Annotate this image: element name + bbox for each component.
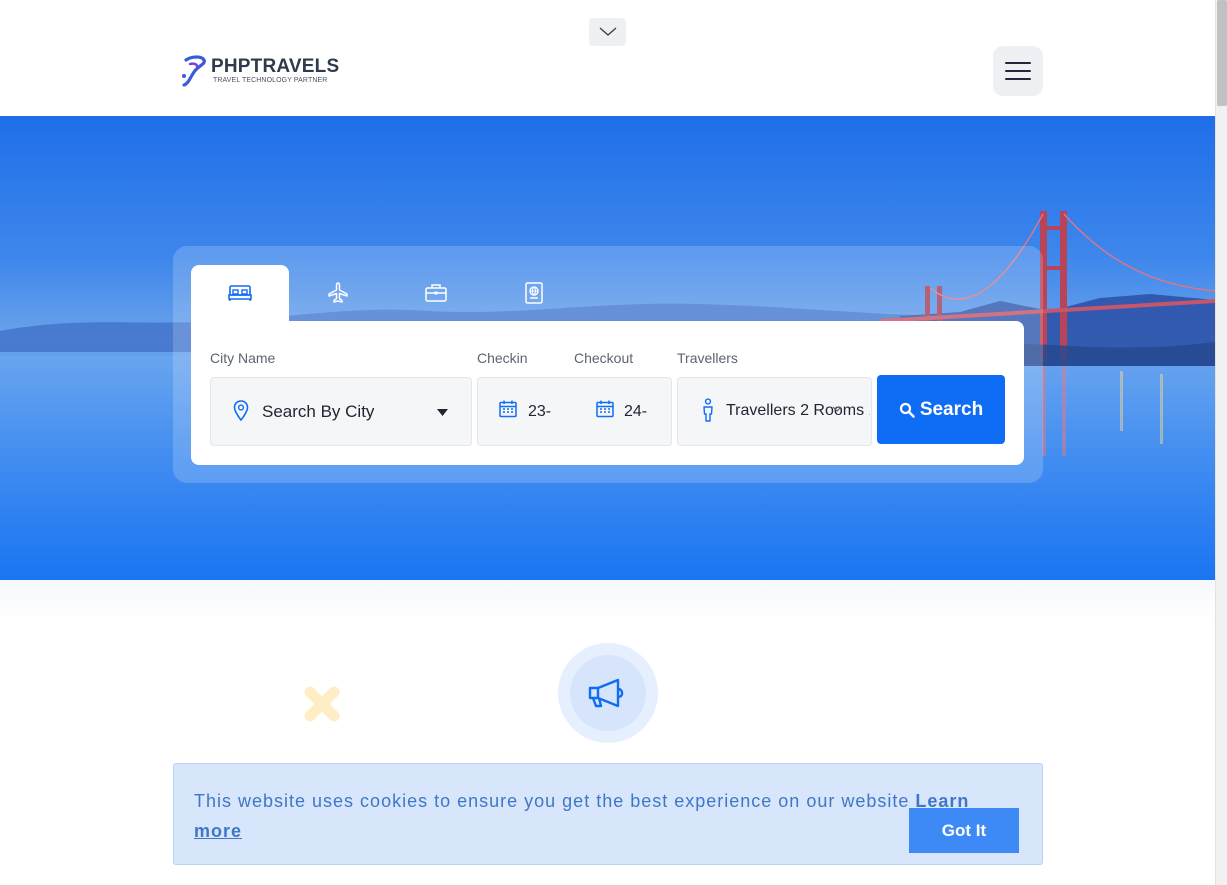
page: PHPTRAVELS TRAVEL TECHNOLOGY PARTNER Cit…: [0, 0, 1227, 885]
checkin-input[interactable]: 23-: [528, 403, 552, 421]
tab-tours[interactable]: [387, 265, 485, 321]
airplane-icon: [328, 282, 348, 303]
travellers-label: Travellers: [677, 350, 738, 366]
logo-mark-icon: [182, 55, 206, 87]
scrollbar-thumb[interactable]: [1217, 0, 1227, 106]
logo-name: PHPTRAVELS: [211, 56, 340, 77]
page-scrollbar[interactable]: [1215, 0, 1227, 885]
chevron-down-icon: [599, 27, 616, 36]
cookie-banner: This website uses cookies to ensure you …: [173, 763, 1043, 865]
checkin-label: Checkin: [477, 350, 528, 366]
megaphone-icon: [588, 678, 624, 708]
collapse-toggle-button[interactable]: [589, 18, 626, 46]
tab-flights[interactable]: [289, 265, 387, 321]
search-button[interactable]: Search: [877, 375, 1005, 444]
search-icon: [899, 402, 915, 418]
menu-button[interactable]: [993, 46, 1043, 96]
hamburger-menu-icon: [1005, 62, 1031, 64]
decorative-x-shape: [304, 686, 340, 722]
tab-visa[interactable]: [485, 265, 583, 321]
briefcase-icon: [425, 284, 447, 302]
tab-hotels[interactable]: [191, 265, 289, 321]
caret-down-icon: [437, 409, 448, 416]
travellers-value: Travellers 2 Rooms 1: [726, 402, 870, 419]
city-name-label: City Name: [210, 350, 276, 366]
person-icon: [703, 398, 713, 422]
got-it-button[interactable]: Got It: [909, 808, 1019, 853]
bed-icon: [228, 285, 252, 301]
chevron-down-icon: [832, 406, 842, 412]
city-select-value: Search By City: [262, 402, 375, 421]
logo-tagline: TRAVEL TECHNOLOGY PARTNER: [213, 77, 328, 84]
calendar-icon: [499, 400, 517, 418]
section-divider: [0, 580, 1215, 620]
logo[interactable]: PHPTRAVELS TRAVEL TECHNOLOGY PARTNER: [180, 54, 339, 88]
checkout-input[interactable]: 24-: [624, 403, 648, 421]
checkout-label: Checkout: [574, 350, 634, 366]
site-header: PHPTRAVELS TRAVEL TECHNOLOGY PARTNER: [0, 0, 1215, 116]
cookie-message: This website uses cookies to ensure you …: [194, 791, 916, 811]
map-pin-icon: [233, 400, 249, 422]
search-button-label: Search: [919, 398, 984, 420]
calendar-icon: [596, 400, 614, 418]
passport-icon: [525, 282, 543, 304]
search-tabs: [191, 265, 583, 321]
promo-badge: [558, 643, 658, 743]
